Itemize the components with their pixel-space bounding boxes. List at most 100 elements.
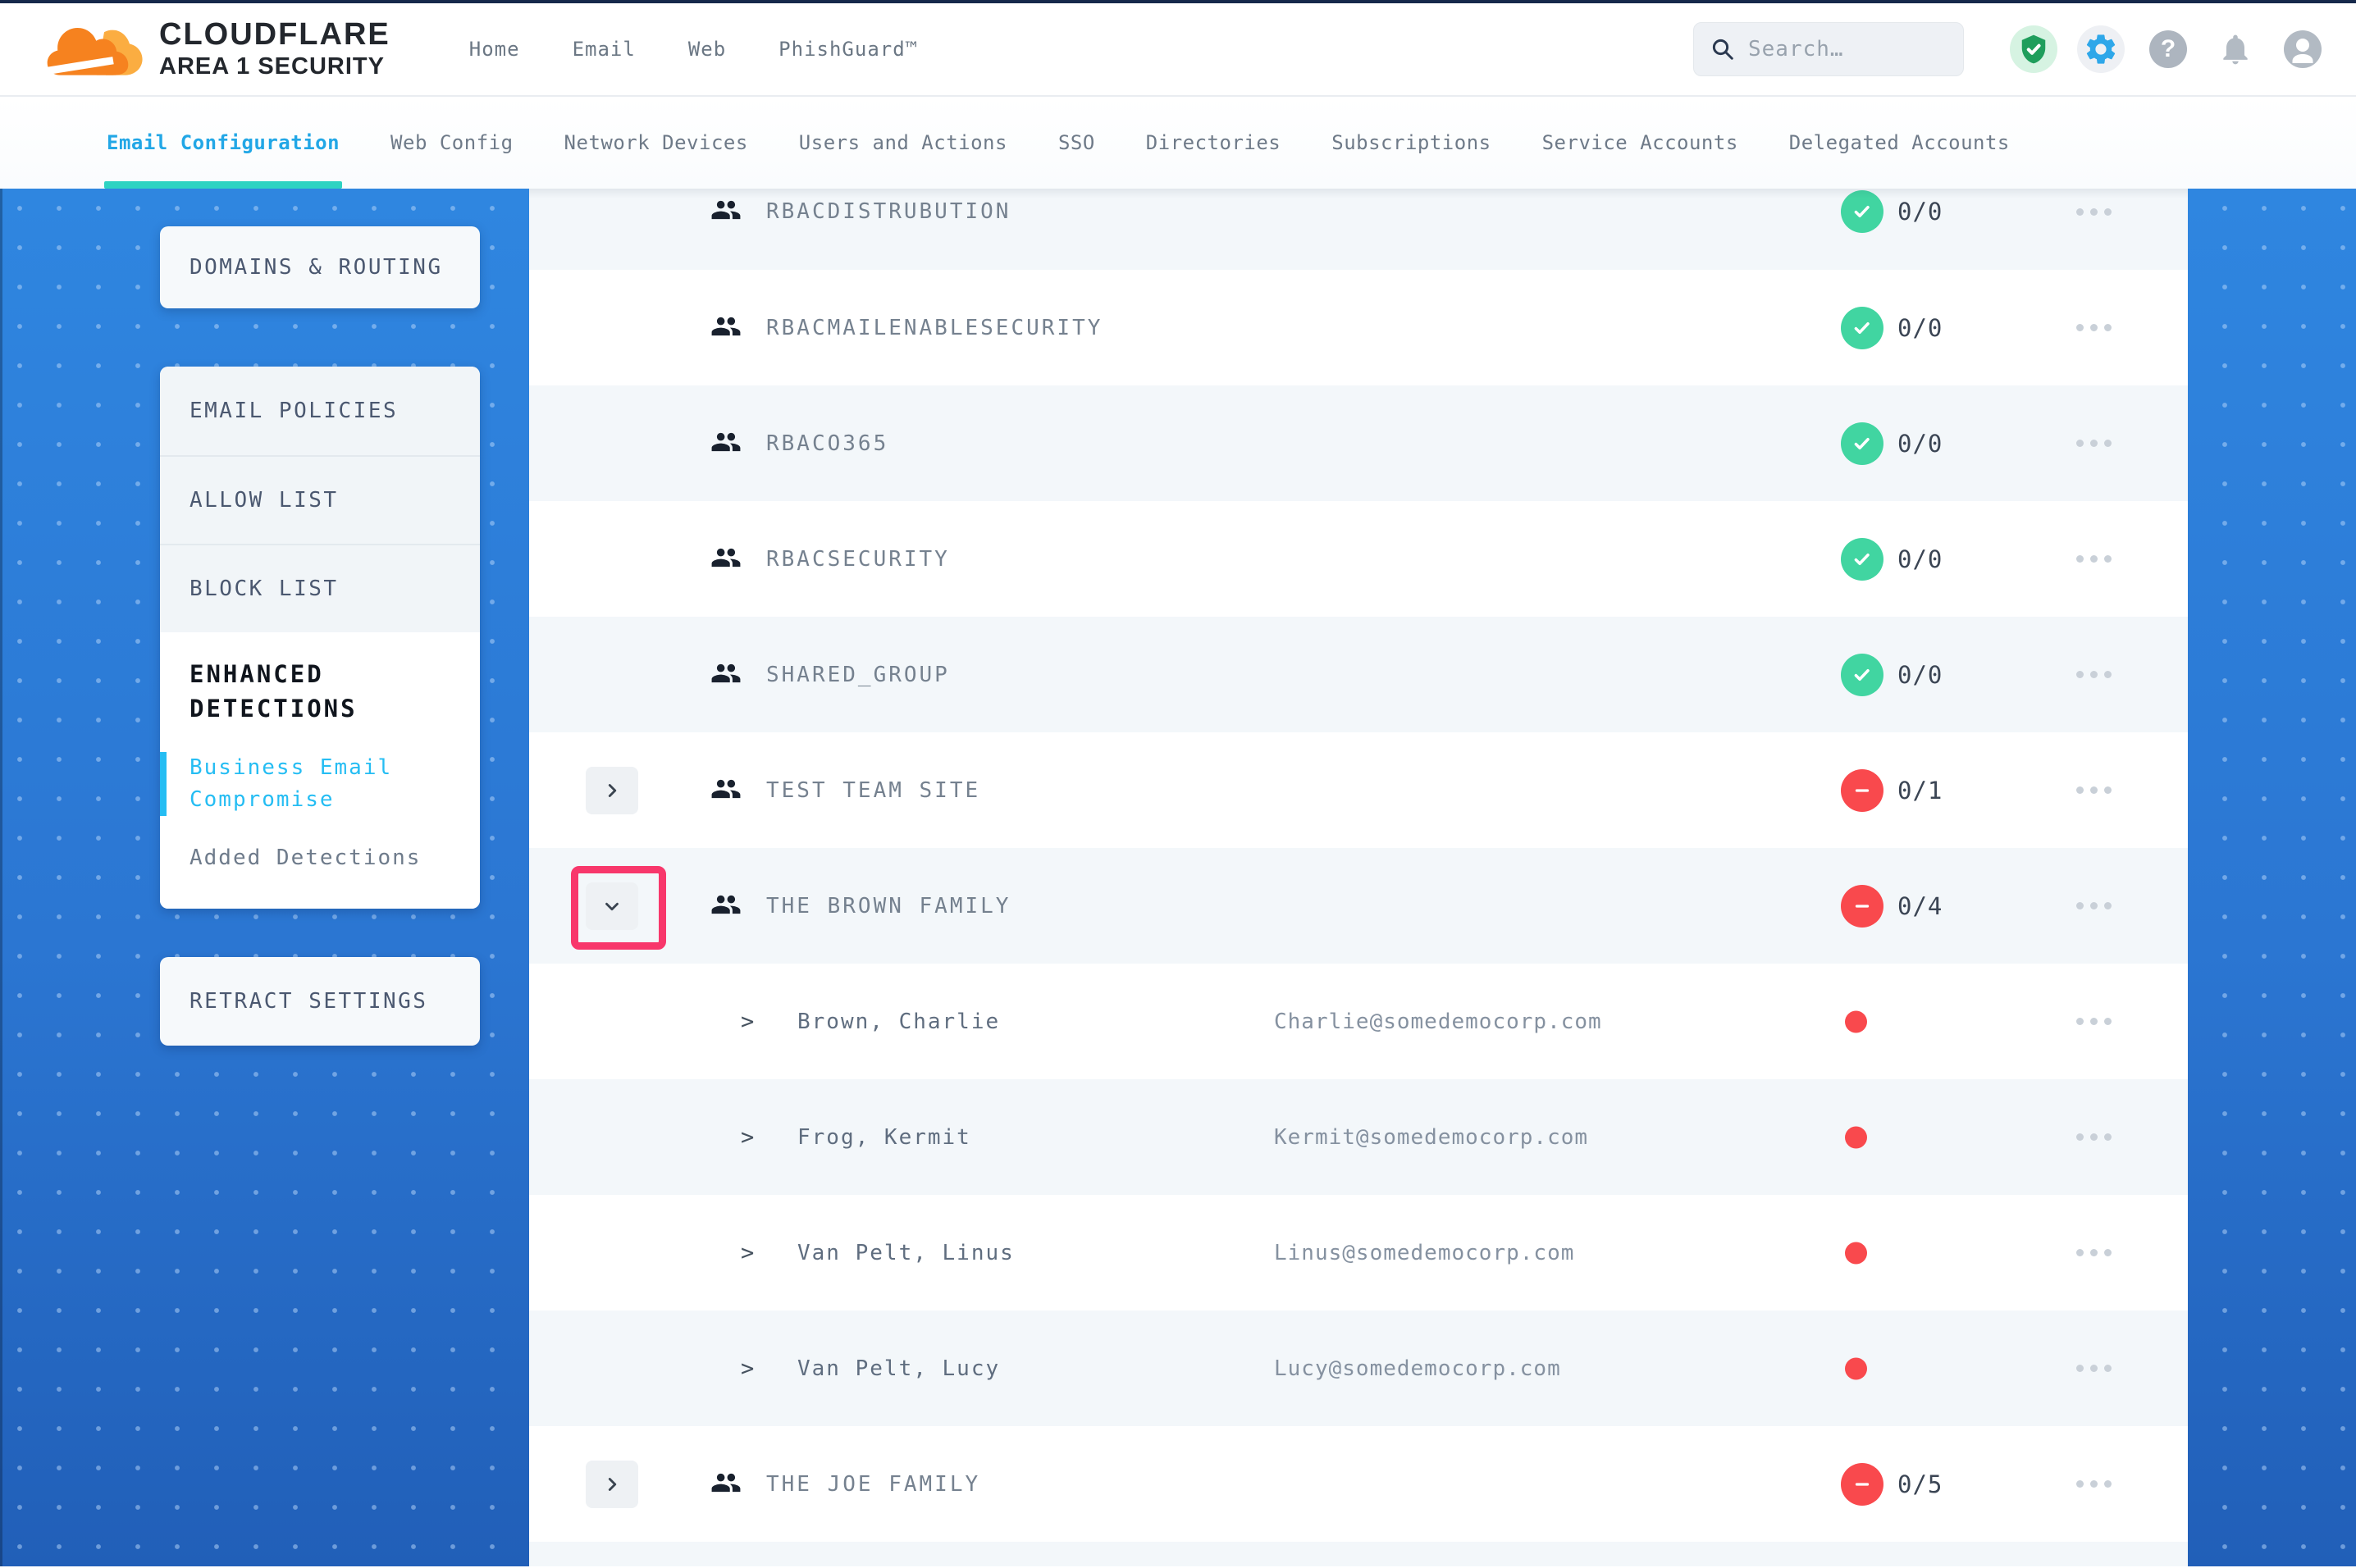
sidebar-item-domains-routing[interactable]: DOMAINS & ROUTING xyxy=(160,226,480,308)
table-row-group-rbacdistrubution[interactable]: RBACDISTRUBUTION0/0 xyxy=(529,189,2188,270)
tab-directories[interactable]: Directories xyxy=(1146,97,1281,189)
table-row-user-van-pelt-linus[interactable]: > Van Pelt, Linus Linus@somedemocorp.com xyxy=(529,1195,2188,1310)
highlight-annotation-box xyxy=(571,866,666,950)
group-icon xyxy=(710,1467,742,1502)
member-count: 0/4 xyxy=(1897,892,1943,920)
sidebar-item-added-detections[interactable]: Added Detections xyxy=(160,842,431,874)
section-tabs: Email Configuration Web Config Network Dev… xyxy=(0,97,2356,189)
row-actions-menu-button[interactable] xyxy=(2064,1121,2123,1154)
status-blocked-badge xyxy=(1841,769,1883,812)
search-input[interactable] xyxy=(1748,37,1947,62)
status-ok-badge xyxy=(1841,654,1883,696)
row-actions-menu-button[interactable] xyxy=(2064,1005,2123,1038)
user-expand-caret[interactable]: > xyxy=(741,1009,754,1034)
row-actions-menu-button[interactable] xyxy=(2064,312,2123,344)
expand-button[interactable] xyxy=(586,1461,638,1508)
expand-button[interactable] xyxy=(586,767,638,814)
user-expand-caret[interactable]: > xyxy=(741,1240,754,1265)
row-actions-menu-button[interactable] xyxy=(2064,1237,2123,1269)
table-row-user-frog-kermit[interactable]: >Frog, KermitKermit@somedemocorp.com xyxy=(529,1079,2188,1195)
group-name: THE BROWN FAMILY xyxy=(766,894,1011,918)
nav-item-phishguard[interactable]: PhishGuard™ xyxy=(778,38,918,61)
group-name: TEST TEAM SITE xyxy=(766,778,980,803)
group-name: RBACO365 xyxy=(766,431,888,456)
nav-item-email[interactable]: Email xyxy=(573,38,636,61)
row-actions-menu-button[interactable] xyxy=(2064,890,2123,923)
row-actions-menu-button[interactable] xyxy=(2064,195,2123,228)
row-actions-menu-button[interactable] xyxy=(2064,774,2123,807)
sidebar-item-email-policies[interactable]: EMAIL POLICIES xyxy=(160,367,480,455)
tab-subscriptions[interactable]: Subscriptions xyxy=(1331,97,1491,189)
group-name: THE JOE FAMILY xyxy=(766,1472,980,1497)
row-actions-menu-button[interactable] xyxy=(2064,1352,2123,1385)
table-row-user-van-pelt-lucy[interactable]: > Van Pelt, Lucy Lucy@somedemocorp.com xyxy=(529,1310,2188,1426)
search-box[interactable] xyxy=(1693,22,1964,76)
row-actions-menu-button[interactable] xyxy=(2064,659,2123,691)
user-icon[interactable] xyxy=(2279,25,2326,73)
group-icon xyxy=(710,889,742,923)
table-row-group-the-brown-family[interactable]: THE BROWN FAMILY 0/4 xyxy=(529,848,2188,964)
group-name: RBACSECURITY xyxy=(766,547,950,572)
status-alert-dot xyxy=(1845,1357,1867,1379)
member-count: 0/0 xyxy=(1897,314,1943,342)
status-ok-badge xyxy=(1841,190,1883,233)
table-row-group-rbaco365[interactable]: RBACO365 0/0 xyxy=(529,385,2188,501)
user-email: Kermit@somedemocorp.com xyxy=(1274,1125,1588,1150)
status-ok-badge xyxy=(1841,307,1883,349)
nav-item-web[interactable]: Web xyxy=(688,38,726,61)
table-row-group-the-joe-family[interactable]: THE JOE FAMILY0/5 xyxy=(529,1426,2188,1542)
member-count: 0/0 xyxy=(1897,545,1943,573)
user-name: Van Pelt, Linus xyxy=(797,1241,1015,1265)
user-email: Charlie@somedemocorp.com xyxy=(1274,1010,1602,1034)
sidebar-item-block-list[interactable]: BLOCK LIST xyxy=(160,544,480,632)
user-name: Van Pelt, Lucy xyxy=(797,1356,1000,1381)
header-icon-group: ? xyxy=(2010,25,2326,73)
row-actions-menu-button[interactable] xyxy=(2064,427,2123,460)
cloudflare-cloud-icon xyxy=(46,17,144,81)
sidebar-item-retract-settings[interactable]: RETRACT SETTINGS xyxy=(160,957,480,1046)
sidebar-item-business-email-compromise[interactable]: Business Email Compromise xyxy=(160,752,431,816)
sidebar-item-allow-list[interactable]: ALLOW LIST xyxy=(160,455,480,544)
user-email: Linus@somedemocorp.com xyxy=(1274,1241,1574,1265)
nav-item-home[interactable]: Home xyxy=(469,38,520,61)
status-blocked-badge xyxy=(1841,885,1883,928)
page-content: DOMAINS & ROUTING EMAIL POLICIESALLOW LI… xyxy=(0,189,2356,1566)
user-name: Brown, Charlie xyxy=(797,1010,1000,1034)
tab-network-devices[interactable]: Network Devices xyxy=(564,97,748,189)
group-icon xyxy=(710,773,742,808)
status-ok-badge xyxy=(1841,538,1883,581)
status-blocked-badge xyxy=(1841,1463,1883,1506)
tab-sso[interactable]: SSO xyxy=(1058,97,1095,189)
bell-icon[interactable] xyxy=(2212,25,2259,73)
group-icon xyxy=(710,194,742,229)
status-alert-dot xyxy=(1845,1242,1867,1264)
group-icon xyxy=(710,311,742,345)
tab-users-and-actions[interactable]: Users and Actions xyxy=(799,97,1007,189)
gear-icon[interactable] xyxy=(2077,25,2125,73)
sidebar-section-enhanced-detections: ENHANCED DETECTIONS Business Email Compr… xyxy=(160,632,480,909)
member-count: 0/1 xyxy=(1897,777,1943,805)
app-header: CLOUDFLARE AREA 1 SECURITY Home Email Web P… xyxy=(0,3,2356,97)
table-row-group-shared-group[interactable]: SHARED_GROUP0/0 xyxy=(529,617,2188,732)
tab-email-configuration[interactable]: Email Configuration xyxy=(107,97,340,189)
enhanced-detections-heading: ENHANCED DETECTIONS xyxy=(160,657,414,726)
group-name: SHARED_GROUP xyxy=(766,663,950,687)
row-actions-menu-button[interactable] xyxy=(2064,543,2123,576)
member-count: 0/0 xyxy=(1897,430,1943,458)
cloudflare-logo[interactable]: CLOUDFLARE AREA 1 SECURITY xyxy=(46,17,390,81)
help-icon[interactable]: ? xyxy=(2144,25,2192,73)
group-icon xyxy=(710,426,742,461)
user-expand-caret[interactable]: > xyxy=(741,1124,754,1150)
user-expand-caret[interactable]: > xyxy=(741,1356,754,1381)
table-row-group-rbacmailenablesecurity[interactable]: RBACMAILENABLESECURITY0/0 xyxy=(529,270,2188,385)
tab-service-accounts[interactable]: Service Accounts xyxy=(1542,97,1738,189)
tab-delegated-accounts[interactable]: Delegated Accounts xyxy=(1789,97,2010,189)
row-actions-menu-button[interactable] xyxy=(2064,1468,2123,1501)
shield-check-icon[interactable] xyxy=(2010,25,2057,73)
table-row-user-brown-charlie[interactable]: > Brown, Charlie Charlie@somedemocorp.com xyxy=(529,964,2188,1079)
tab-web-config[interactable]: Web Config xyxy=(390,97,514,189)
table-row-group-rbacsecurity[interactable]: RBACSECURITY 0/0 xyxy=(529,501,2188,617)
table-row-partial xyxy=(529,1542,2188,1566)
user-email: Lucy@somedemocorp.com xyxy=(1274,1356,1561,1381)
table-row-group-test-team-site[interactable]: TEST TEAM SITE 0/1 xyxy=(529,732,2188,848)
